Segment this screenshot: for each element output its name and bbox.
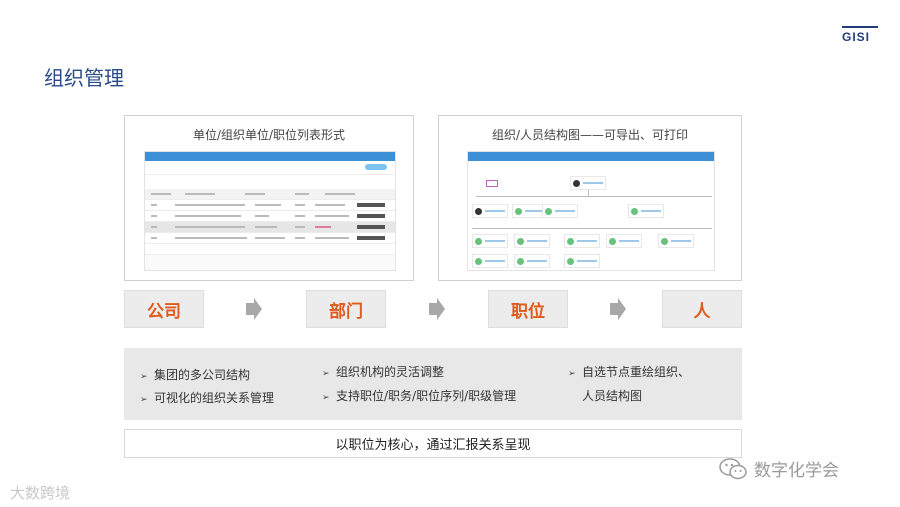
table-row — [145, 222, 395, 233]
connector-line — [472, 228, 712, 229]
feature-item: ➢ 支持职位/职务/职位序列/职级管理 — [322, 389, 517, 403]
org-node — [628, 204, 664, 218]
app-subheader — [145, 161, 395, 175]
feature-item-continued: 人员结构图 — [582, 389, 643, 403]
org-node — [472, 204, 508, 218]
bullet-arrow-icon: ➢ — [322, 369, 330, 379]
list-view-screenshot — [144, 151, 396, 271]
bullet-arrow-icon: ➢ — [140, 395, 148, 405]
org-chart-screenshot — [467, 151, 715, 271]
wechat-icon — [719, 457, 747, 479]
org-node — [514, 234, 550, 248]
feature-item: ➢ 组织机构的灵活调整 — [322, 365, 445, 379]
org-node — [542, 204, 578, 218]
connector-line — [476, 196, 712, 197]
table-row — [145, 200, 395, 211]
org-node — [514, 254, 550, 268]
org-node — [472, 254, 508, 268]
org-chart-caption: 组织/人员结构图——可导出、可打印 — [491, 128, 689, 142]
org-node — [564, 254, 600, 268]
feature-item: ➢ 自选节点重绘组织、 — [568, 365, 691, 379]
org-node — [564, 234, 600, 248]
org-node — [472, 234, 508, 248]
table-row — [145, 244, 395, 255]
logo-bar — [842, 26, 878, 28]
list-view-panel: 单位/组织单位/职位列表形式 — [124, 115, 414, 281]
table-row — [145, 233, 395, 244]
bullet-arrow-icon: ➢ — [568, 369, 576, 379]
app-header-bar — [145, 152, 395, 161]
feature-item: ➢ 集团的多公司结构 — [140, 368, 251, 382]
watermark-right: 数字化学会 — [718, 456, 839, 481]
arrow-right-icon — [246, 298, 262, 320]
org-node — [570, 176, 606, 190]
app-header-bar — [468, 152, 714, 161]
feature-list: ➢ 集团的多公司结构 ➢ 可视化的组织关系管理 ➢ 组织机构的灵活调整 ➢ 支持职位/职… — [124, 348, 742, 420]
table-row — [145, 211, 395, 222]
step-position: 职位 — [488, 290, 568, 328]
step-person: 人 — [662, 290, 742, 328]
app-toolbar — [145, 175, 395, 189]
connector-line — [588, 190, 589, 196]
list-view-caption: 单位/组织单位/职位列表形式 — [192, 128, 346, 142]
feature-item: ➢ 可视化的组织关系管理 — [140, 391, 275, 405]
org-chart-panel: 组织/人员结构图——可导出、可打印 — [438, 115, 742, 281]
table-header-row — [145, 189, 395, 200]
org-node — [658, 234, 694, 248]
gisi-logo: GISI — [842, 26, 878, 46]
arrow-right-icon — [429, 298, 445, 320]
summary-banner: 以职位为核心，通过汇报关系呈现 — [124, 429, 742, 458]
bullet-arrow-icon: ➢ — [140, 372, 148, 382]
page-title: 组织管理 — [44, 66, 124, 90]
logo-text: GISI — [842, 30, 871, 44]
watermark-left: 大数跨境 — [10, 484, 71, 502]
selected-node-marker — [486, 180, 498, 187]
arrow-right-icon — [610, 298, 626, 320]
bullet-arrow-icon: ➢ — [322, 393, 330, 403]
step-company: 公司 — [124, 290, 204, 328]
org-node — [606, 234, 642, 248]
action-pill — [365, 164, 387, 170]
step-department: 部门 — [306, 290, 386, 328]
